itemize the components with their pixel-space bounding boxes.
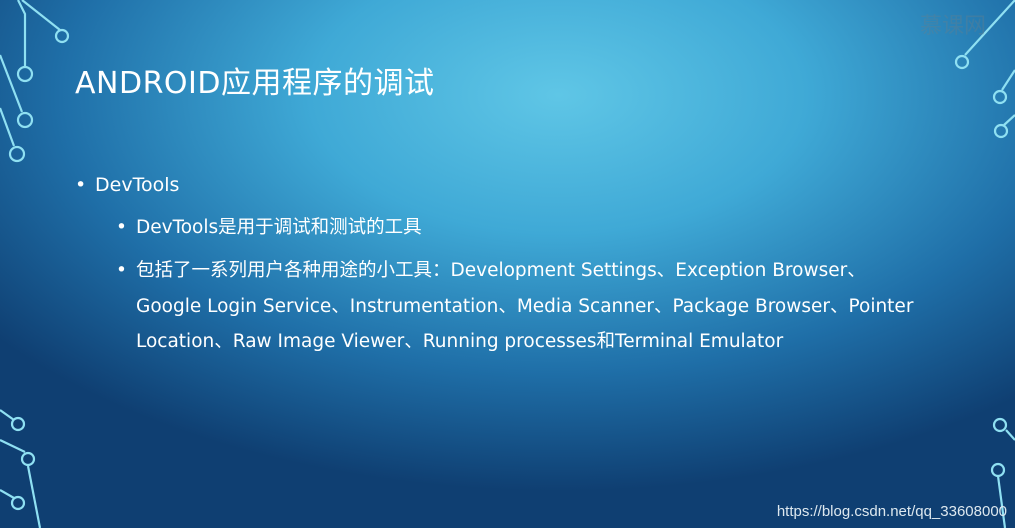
imooc-logo: 慕课网 bbox=[880, 8, 986, 40]
bullet-icon: • bbox=[75, 174, 87, 196]
bullet-level2: • 包括了一系列用户各种用途的小工具：Development Settings、… bbox=[116, 253, 916, 360]
bullet-icon: • bbox=[116, 260, 127, 281]
watermark: https://blog.csdn.net/qq_33608000 bbox=[776, 503, 1007, 520]
bullet-text: 包括了一系列用户各种用途的小工具：Development Settings、Ex… bbox=[136, 260, 914, 352]
bullet-text: DevTools bbox=[95, 174, 180, 196]
logo-text: 慕课网 bbox=[920, 14, 987, 39]
bullet-level2: • DevTools是用于调试和测试的工具 bbox=[116, 210, 916, 246]
slide-title: ANDROID应用程序的调试 bbox=[75, 66, 435, 101]
bullet-level1: • DevTools bbox=[75, 174, 179, 196]
bullet-icon: • bbox=[116, 217, 127, 238]
bullet-text: DevTools是用于调试和测试的工具 bbox=[136, 217, 422, 238]
